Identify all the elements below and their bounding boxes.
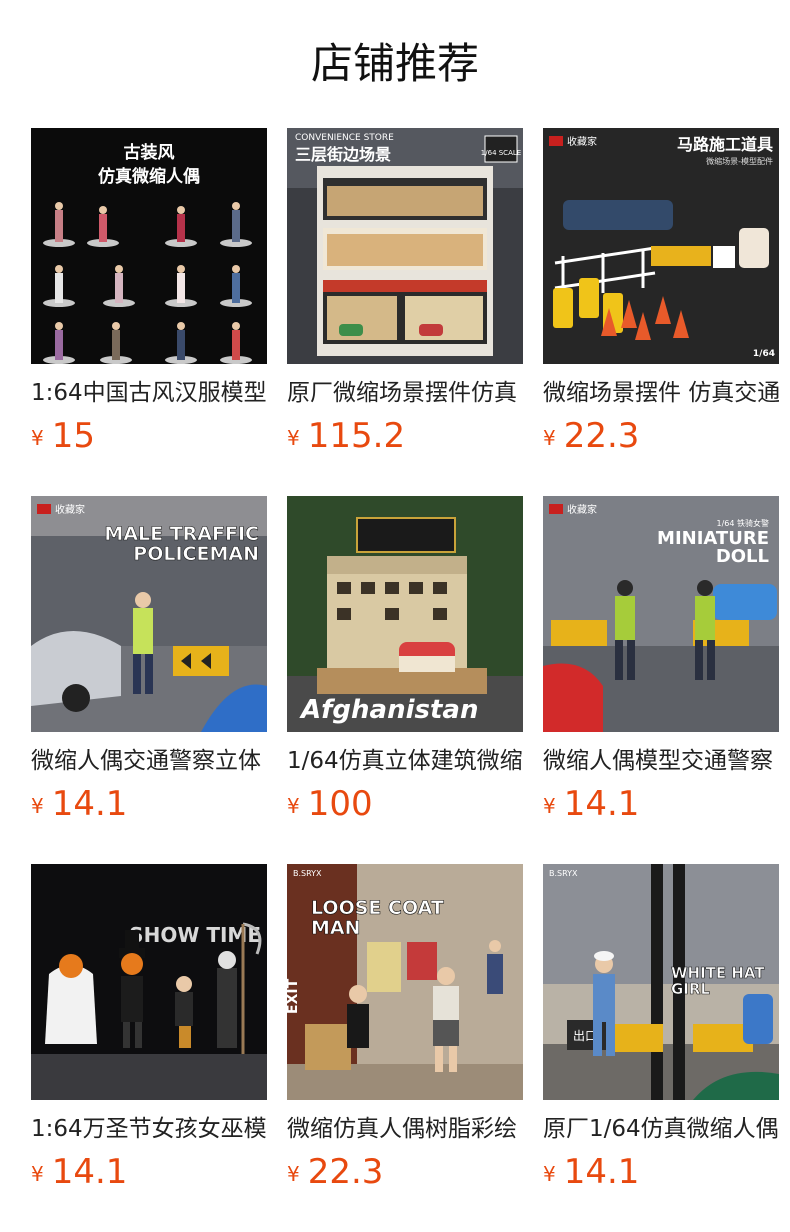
product-name[interactable]: 1/64仿真立体建筑微缩 [287,744,523,778]
product-price: ¥15 [31,414,95,458]
product-image[interactable]: 收藏家 MALE TRAFFIC POLICEMAN [31,496,267,732]
product-price: ¥14.1 [31,1150,127,1194]
product-name[interactable]: 原厂1/64仿真微缩人偶 [543,1112,779,1146]
product-price: ¥22.3 [543,414,639,458]
product-name[interactable]: 微缩人偶模型交通警察 [543,744,779,778]
product-price: ¥14.1 [31,782,127,826]
price-value: 14.1 [51,1152,128,1192]
image-text: CONVENIENCE STORE [295,133,394,143]
product-name[interactable]: 1:64中国古风汉服模型 [31,376,267,410]
product-name[interactable]: 原厂微缩场景摆件仿真 [287,376,523,410]
image-text: 马路施工道具 [677,135,773,154]
image-text: 三层街边场景 [295,145,391,164]
product-image[interactable]: 收藏家 1/64 铁骑女警 MINIATURE DOLL [543,496,779,732]
price-value: 115.2 [307,416,406,456]
image-text: 古装风 [124,142,175,163]
section-title: 店铺推荐 [310,39,479,88]
image-text: POLICEMAN [133,543,259,565]
image-text: DOLL [716,546,769,567]
product-price: ¥22.3 [287,1150,383,1194]
price-value: 22.3 [307,1152,384,1192]
image-text: 仿真微缩人偶 [98,166,200,187]
image-text: MALE TRAFFIC [104,523,259,545]
product-image[interactable]: CONVENIENCE STORE 三层街边场景 1/64 SCALE [287,128,523,364]
currency-symbol: ¥ [543,426,556,450]
image-text: MAN [311,917,361,939]
product-price: ¥14.1 [543,782,639,826]
image-text: 收藏家 [567,135,597,148]
product-name[interactable]: 1:64万圣节女孩女巫模 [31,1112,267,1146]
image-text: 1/64 SCALE [481,149,521,157]
price-value: 100 [307,784,373,824]
price-value: 14.1 [51,784,128,824]
currency-symbol: ¥ [31,1162,44,1186]
image-text: EXIT [287,978,301,1014]
price-value: 22.3 [563,416,640,456]
product-price: ¥14.1 [543,1150,639,1194]
product-image[interactable]: SHOW TIME [31,864,267,1100]
price-value: 15 [51,416,95,456]
product-image[interactable]: 收藏家 马路施工道具 微缩场景-模型配件 1/64 [543,128,779,364]
currency-symbol: ¥ [287,1162,300,1186]
product-price: ¥115.2 [287,414,405,458]
product-name[interactable]: 微缩仿真人偶树脂彩绘 [287,1112,523,1146]
image-text: 收藏家 [55,503,85,516]
image-text: B.SRYX [293,869,322,878]
price-value: 14.1 [563,784,640,824]
product-name[interactable]: 微缩人偶交通警察立体 [31,744,267,778]
currency-symbol: ¥ [287,794,300,818]
image-text: Afghanistan [299,695,478,725]
image-text: GIRL [671,980,710,998]
image-text: 微缩场景-模型配件 [706,156,773,166]
image-text: LOOSE COAT [311,897,444,919]
currency-symbol: ¥ [31,426,44,450]
currency-symbol: ¥ [31,794,44,818]
image-text: 1/64 铁骑女警 [716,518,769,528]
image-text: 收藏家 [567,503,597,516]
image-text: 1/64 [753,349,775,359]
product-name[interactable]: 微缩场景摆件 仿真交通 [543,376,779,410]
product-image[interactable]: B.SRYX LOOSE COAT MAN EXIT [287,864,523,1100]
product-price: ¥100 [287,782,373,826]
product-image[interactable]: Afghanistan [287,496,523,732]
product-image[interactable]: 古装风 仿真微缩人偶 [31,128,267,364]
currency-symbol: ¥ [543,1162,556,1186]
product-image[interactable]: B.SRYX WHITE HAT GIRL 出口 [543,864,779,1100]
currency-symbol: ¥ [543,794,556,818]
image-text: SHOW TIME [129,923,261,947]
currency-symbol: ¥ [287,426,300,450]
image-text: B.SRYX [549,869,578,878]
price-value: 14.1 [563,1152,640,1192]
